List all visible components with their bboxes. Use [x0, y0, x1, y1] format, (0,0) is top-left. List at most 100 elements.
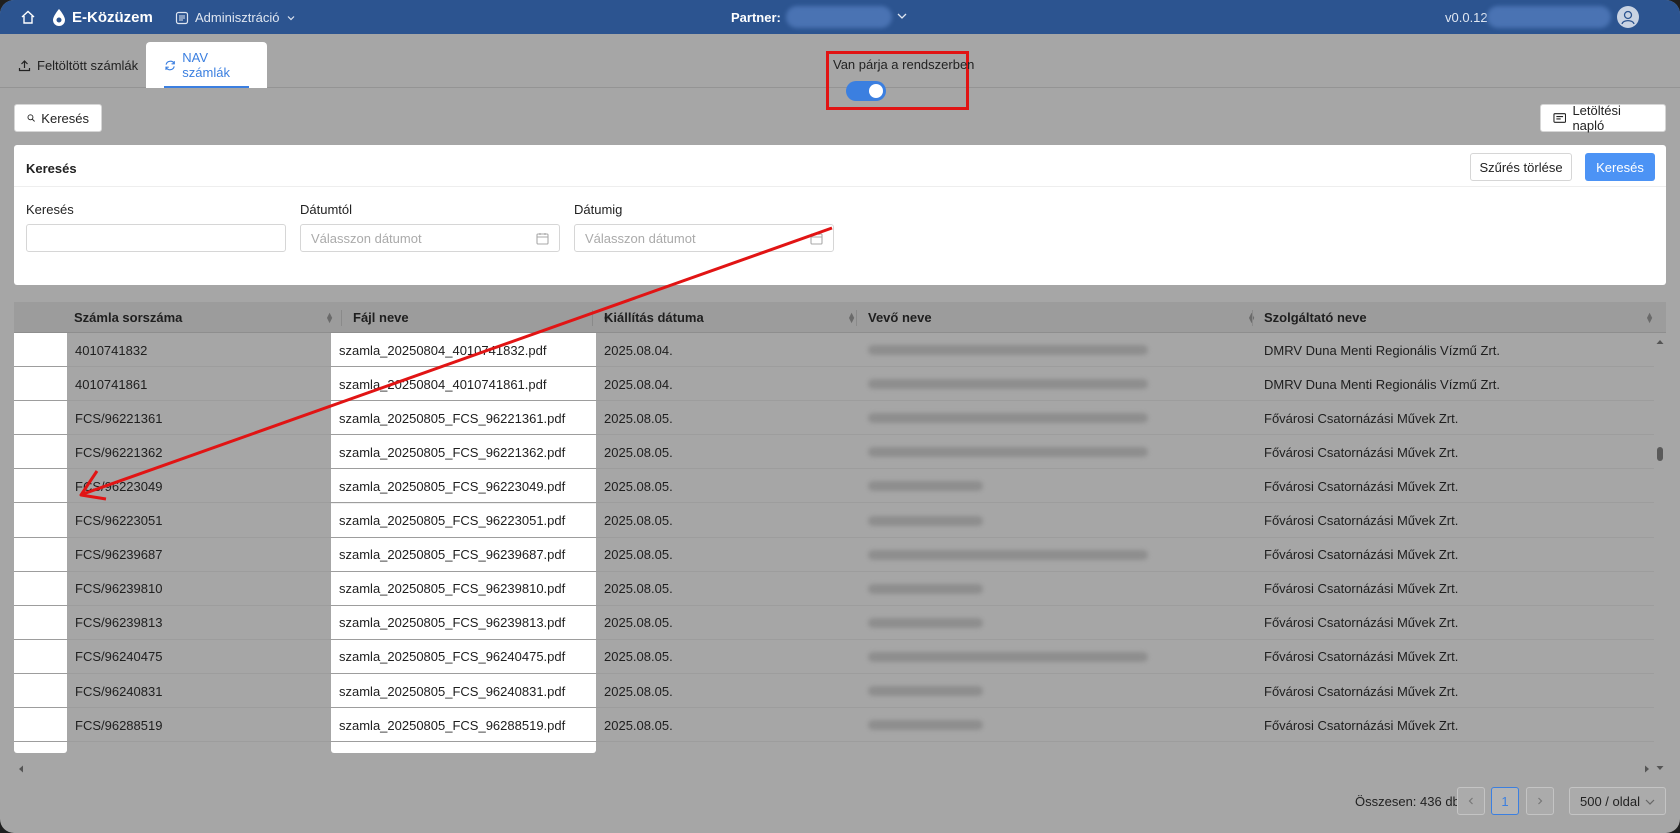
column-title: Számla sorszáma: [74, 310, 183, 325]
column-header-invoice-number[interactable]: Számla sorszáma ▲ ▼: [74, 302, 342, 333]
total-count: Összesen: 436 db: [1355, 794, 1460, 809]
chevron-down-icon: [1645, 799, 1655, 805]
invoice-number-cell: 4010741861: [75, 376, 148, 392]
provider-name-cell: Fővárosi Csatornázási Művek Zrt.: [1264, 513, 1459, 528]
chevron-down-icon[interactable]: [896, 8, 908, 24]
invoice-number-cell: FCS/96240831: [75, 683, 163, 699]
invoice-number-cell: FCS/96239687: [75, 547, 163, 563]
tab-uploaded-invoices[interactable]: Feltöltött számlák: [6, 42, 150, 88]
table-row[interactable]: FCS/96239810 szamla_20250805_FCS_96239810…: [14, 572, 1654, 606]
download-log-label: Letöltési napló: [1572, 103, 1621, 133]
invoice-number-cell: FCS/96223049: [75, 478, 163, 494]
file-name-cell: szamla_20250805_FCS_96239687.pdf: [339, 547, 566, 563]
clear-filter-button[interactable]: Szűrés törlése: [1470, 153, 1572, 181]
column-separator[interactable]: [1252, 310, 1253, 326]
has-pair-toggle[interactable]: [846, 81, 886, 101]
search-submit-button[interactable]: Keresés: [1585, 153, 1655, 181]
table-row[interactable]: FCS/96239813 szamla_20250805_FCS_96239813…: [14, 606, 1654, 640]
search-field-label: Keresés: [26, 202, 74, 217]
file-name-cell: szamla_20250805_FCS_96221362.pdf: [339, 444, 566, 460]
table-row[interactable]: 4010741861 szamla_20250804_4010741861.pdf…: [14, 367, 1654, 402]
search-toggle-button[interactable]: Keresés: [14, 104, 102, 132]
page-button[interactable]: 1: [1491, 787, 1519, 815]
table-row[interactable]: FCS/96240831 szamla_20250805_FCS_96240831…: [14, 674, 1654, 708]
invoice-number-cell: FCS/96223051: [75, 513, 163, 528]
column-separator[interactable]: [341, 310, 342, 326]
file-name-cell: szamla_20250805_FCS_96240831.pdf: [339, 683, 566, 699]
vertical-scrollbar[interactable]: [1654, 333, 1666, 770]
provider-name-cell: Fővárosi Csatornázási Művek Zrt.: [1264, 444, 1459, 460]
sort-icon[interactable]: ▲▼: [847, 311, 856, 325]
scroll-down-icon[interactable]: [1654, 763, 1666, 773]
table-row[interactable]: FCS/96221361 szamla_20250805_FCS_96221361…: [14, 401, 1654, 436]
search-toggle-label: Keresés: [41, 110, 89, 126]
next-page-button[interactable]: [1526, 787, 1554, 815]
file-name-cell: szamla_20250805_FCS_96240475.pdf: [339, 649, 566, 665]
scrollbar-thumb[interactable]: [1657, 447, 1663, 461]
column-separator[interactable]: [856, 310, 857, 326]
sort-icon[interactable]: ▲▼: [1645, 311, 1654, 325]
sort-icon[interactable]: ▲▼: [325, 311, 334, 325]
partner-select[interactable]: [786, 6, 892, 28]
table-row[interactable]: 4010741832 szamla_20250804_4010741832.pdf…: [14, 333, 1654, 367]
column-header-customer-name[interactable]: Vevő neve ▲▼: [868, 302, 1264, 333]
column-separator[interactable]: [592, 310, 593, 326]
chevron-down-icon: [287, 15, 294, 20]
admin-menu[interactable]: Adminisztráció: [175, 10, 296, 25]
brand[interactable]: E-Közüzem: [52, 8, 153, 26]
file-name-cell: szamla_20250805_FCS_96223049.pdf: [339, 478, 566, 494]
settings-icon: [175, 11, 189, 24]
horizontal-scrollbar[interactable]: [14, 761, 1654, 775]
scroll-up-icon[interactable]: [1654, 337, 1666, 347]
pagination: Összesen: 436 db 1 500 / oldal: [0, 784, 1680, 824]
drop-icon: [53, 9, 65, 26]
user-name[interactable]: [1487, 6, 1611, 28]
search-input[interactable]: [26, 224, 286, 252]
date-from-input[interactable]: Válasszon dátumot: [300, 224, 560, 252]
file-name-cell: szamla_20250805_FCS_96288519.pdf: [339, 717, 566, 733]
provider-name-cell: Fővárosi Csatornázási Művek Zrt.: [1264, 717, 1459, 733]
redacted-customer-name: [868, 549, 1148, 560]
tab-nav-invoices[interactable]: NAV számlák: [146, 42, 267, 88]
user-icon: [1621, 10, 1635, 25]
redacted-customer-name: [868, 651, 1148, 662]
issue-date-cell: 2025.08.05.: [604, 547, 673, 563]
issue-date-cell: 2025.08.04.: [604, 376, 673, 392]
app-window: E-Közüzem Adminisztráció Partner: v0.0.1…: [0, 0, 1680, 833]
table-row[interactable]: FCS/96240475 szamla_20250805_FCS_96240475…: [14, 640, 1654, 674]
table-row[interactable]: FCS/96223051 szamla_20250805_FCS_96223051…: [14, 504, 1654, 538]
redacted-customer-name: [868, 686, 983, 696]
invoice-number-cell: FCS/96239810: [75, 581, 163, 597]
download-log-button[interactable]: Letöltési napló: [1540, 103, 1666, 133]
column-header-issue-date[interactable]: Kiállítás dátuma ▲ ▼: [604, 302, 864, 333]
scroll-left-icon[interactable]: [16, 763, 26, 775]
calendar-icon[interactable]: [536, 232, 549, 245]
customer-name-cell: [868, 538, 1148, 572]
table-row[interactable]: FCS/96239687 szamla_20250805_FCS_96239687…: [14, 538, 1654, 572]
page-size-select[interactable]: 500 / oldal: [1569, 787, 1666, 815]
toggle-knob[interactable]: [869, 84, 883, 98]
table-row[interactable]: FCS/96288519 szamla_20250805_FCS_96288519…: [14, 708, 1654, 743]
home-icon[interactable]: [20, 9, 36, 25]
invoice-number-cell: FCS/96240475: [75, 649, 163, 665]
invoice-number-cell: 4010741832: [75, 342, 148, 358]
table-row[interactable]: FCS/96223049 szamla_20250805_FCS_96223049…: [14, 469, 1654, 504]
calendar-icon[interactable]: [810, 232, 823, 245]
date-to-input[interactable]: Válasszon dátumot: [574, 224, 834, 252]
has-pair-label: Van párja a rendszerben: [833, 57, 975, 72]
customer-name-cell: [868, 469, 983, 503]
sync-icon: [165, 60, 175, 70]
prev-page-button[interactable]: [1457, 787, 1485, 815]
file-name-cell: szamla_20250804_4010741832.pdf: [339, 342, 547, 358]
filter-panel-title: Keresés: [26, 161, 77, 176]
column-header-provider-name[interactable]: Szolgáltató neve ▲ ▼: [1264, 302, 1662, 333]
avatar[interactable]: [1617, 6, 1639, 28]
admin-menu-label: Adminisztráció: [195, 10, 280, 25]
table-row[interactable]: FCS/96221362 szamla_20250805_FCS_96221362…: [14, 435, 1654, 470]
active-tab-indicator: [164, 86, 249, 88]
scroll-right-icon[interactable]: [1642, 763, 1652, 775]
column-header-file-name[interactable]: Fájl neve ▲ ▼: [353, 302, 619, 333]
file-name-cell: szamla_20250805_FCS_96223051.pdf: [339, 513, 566, 528]
customer-name-cell: [868, 572, 983, 606]
file-name-cell: szamla_20250805_FCS_96239810.pdf: [339, 581, 566, 597]
